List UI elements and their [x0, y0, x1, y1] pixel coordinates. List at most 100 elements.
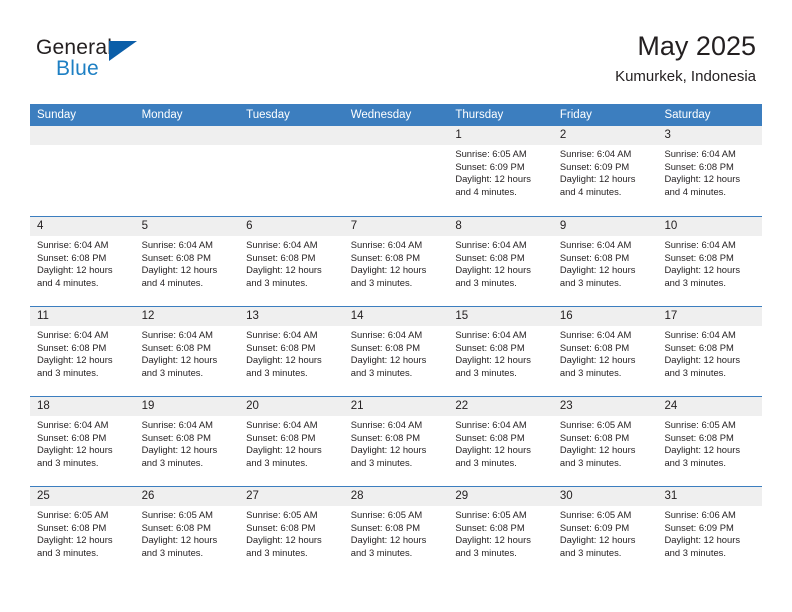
day-details: Sunrise: 6:04 AM Sunset: 6:08 PM Daylight:… — [553, 236, 658, 289]
day-number: 28 — [343, 487, 449, 506]
daylight-text: and 3 minutes. — [455, 276, 517, 288]
sunrise-text: Sunrise: 6:04 AM — [37, 329, 109, 340]
daylight-text: and 3 minutes. — [141, 546, 204, 558]
daylight-text: Daylight: 12 hours — [37, 354, 113, 366]
calendar-day-cell-18[interactable]: 18 Sunrise: 6:04 AM Sunset: 6:08 PM Dayligh… — [30, 397, 135, 486]
daylight-text: and 3 minutes. — [559, 546, 622, 558]
calendar-day-cell-13[interactable]: 13 Sunrise: 6:04 AM Sunset: 6:08 PM Dayligh… — [239, 307, 344, 396]
sunrise-text: Sunrise: 6:04 AM — [455, 239, 527, 250]
day-details: Sunrise: 6:05 AM Sunset: 6:09 PM Daylight:… — [448, 145, 553, 198]
sunset-text: Sunset: 6:08 PM — [246, 341, 316, 353]
day-details: Sunrise: 6:04 AM Sunset: 6:08 PM Daylight:… — [448, 326, 553, 379]
sunrise-text: Sunrise: 6:04 AM — [664, 329, 736, 340]
daylight-text: Daylight: 12 hours — [141, 354, 218, 366]
calendar-day-cell-22[interactable]: 22 Sunrise: 6:04 AM Sunset: 6:08 PM Dayligh… — [448, 397, 553, 486]
sunset-text: Sunset: 6:08 PM — [350, 431, 421, 443]
day-details: Sunrise: 6:05 AM Sunset: 6:08 PM Daylight:… — [553, 416, 658, 469]
calendar-day-cell-29[interactable]: 29 Sunrise: 6:05 AM Sunset: 6:08 PM Dayligh… — [448, 487, 553, 576]
day-number: 27 — [239, 487, 344, 506]
sunset-text: Sunset: 6:08 PM — [141, 341, 211, 353]
day-details: Sunrise: 6:05 AM Sunset: 6:08 PM Daylight:… — [239, 506, 344, 559]
calendar-day-cell-9[interactable]: 9 Sunrise: 6:04 AM Sunset: 6:08 PM Daylight… — [552, 217, 658, 306]
calendar-day-cell-21[interactable]: 21 Sunrise: 6:04 AM Sunset: 6:08 PM Dayligh… — [343, 397, 449, 486]
sunset-text: Sunset: 6:08 PM — [664, 431, 734, 443]
day-details: Sunrise: 6:04 AM Sunset: 6:08 PM Daylight:… — [30, 236, 135, 289]
calendar-day-cell-empty — [134, 126, 240, 216]
calendar-day-cell-6[interactable]: 6 Sunrise: 6:04 AM Sunset: 6:08 PM Daylight… — [239, 217, 344, 306]
daylight-text: Daylight: 12 hours — [559, 534, 636, 546]
sunset-text: Sunset: 6:08 PM — [455, 431, 525, 443]
day-number: 10 — [657, 217, 763, 236]
calendar-day-cell-7[interactable]: 7 Sunrise: 6:04 AM Sunset: 6:08 PM Daylight… — [343, 217, 449, 306]
day-number: 2 — [552, 126, 658, 145]
daylight-text: and 3 minutes. — [350, 456, 413, 468]
day-number — [30, 126, 135, 145]
daylight-text: and 3 minutes. — [141, 456, 204, 468]
calendar-day-cell-31[interactable]: 31 Sunrise: 6:06 AM Sunset: 6:09 PM Dayligh… — [657, 487, 763, 576]
daylight-text: and 3 minutes. — [455, 366, 517, 378]
daylight-text: Daylight: 12 hours — [455, 354, 531, 366]
sunrise-text: Sunrise: 6:05 AM — [559, 509, 632, 520]
day-number: 5 — [134, 217, 240, 236]
daylight-text: and 3 minutes. — [246, 276, 308, 288]
calendar-day-cell-1[interactable]: 1 Sunrise: 6:05 AM Sunset: 6:09 PM Daylight… — [448, 126, 553, 216]
calendar-day-cell-16[interactable]: 16 Sunrise: 6:04 AM Sunset: 6:08 PM Dayligh… — [552, 307, 658, 396]
daylight-text: Daylight: 12 hours — [559, 444, 636, 456]
day-details: Sunrise: 6:05 AM Sunset: 6:08 PM Daylight:… — [448, 506, 553, 559]
calendar-day-cell-10[interactable]: 10 Sunrise: 6:04 AM Sunset: 6:08 PM Dayligh… — [657, 217, 763, 306]
calendar-day-cell-4[interactable]: 4 Sunrise: 6:04 AM Sunset: 6:08 PM Daylight… — [30, 217, 135, 306]
daylight-text: and 3 minutes. — [350, 276, 413, 288]
daylight-text: Daylight: 12 hours — [559, 264, 636, 276]
day-number: 3 — [657, 126, 763, 145]
day-details — [135, 145, 240, 148]
calendar-day-cell-5[interactable]: 5 Sunrise: 6:04 AM Sunset: 6:08 PM Daylight… — [134, 217, 240, 306]
day-number: 23 — [552, 397, 658, 416]
sunrise-text: Sunrise: 6:04 AM — [350, 239, 423, 250]
daylight-text: and 4 minutes. — [455, 185, 517, 197]
daylight-text: and 3 minutes. — [37, 366, 99, 378]
weekday-header-saturday: Saturday — [664, 109, 711, 121]
day-number: 24 — [657, 397, 763, 416]
calendar-day-cell-2[interactable]: 2 Sunrise: 6:04 AM Sunset: 6:09 PM Daylight… — [552, 126, 658, 216]
sunset-text: Sunset: 6:08 PM — [37, 341, 107, 353]
calendar-day-cell-17[interactable]: 17 Sunrise: 6:04 AM Sunset: 6:08 PM Dayligh… — [657, 307, 763, 396]
calendar-day-cell-30[interactable]: 30 Sunrise: 6:05 AM Sunset: 6:09 PM Dayligh… — [552, 487, 658, 576]
sunrise-text: Sunrise: 6:04 AM — [455, 419, 527, 430]
calendar-day-cell-28[interactable]: 28 Sunrise: 6:05 AM Sunset: 6:08 PM Dayligh… — [343, 487, 449, 576]
daylight-text: and 3 minutes. — [350, 366, 413, 378]
calendar-day-cell-27[interactable]: 27 Sunrise: 6:05 AM Sunset: 6:08 PM Dayligh… — [239, 487, 344, 576]
sunrise-text: Sunrise: 6:04 AM — [559, 329, 632, 340]
day-number: 13 — [239, 307, 344, 326]
day-details: Sunrise: 6:04 AM Sunset: 6:08 PM Daylight:… — [657, 145, 762, 198]
calendar-day-cell-19[interactable]: 19 Sunrise: 6:04 AM Sunset: 6:08 PM Dayligh… — [134, 397, 240, 486]
daylight-text: Daylight: 12 hours — [350, 264, 427, 276]
calendar-day-cell-11[interactable]: 11 Sunrise: 6:04 AM Sunset: 6:08 PM Dayligh… — [30, 307, 135, 396]
calendar-day-cell-23[interactable]: 23 Sunrise: 6:05 AM Sunset: 6:08 PM Dayligh… — [552, 397, 658, 486]
weekday-header-friday: Friday — [559, 109, 592, 121]
day-number: 21 — [343, 397, 449, 416]
calendar-day-cell-12[interactable]: 12 Sunrise: 6:04 AM Sunset: 6:08 PM Dayligh… — [134, 307, 240, 396]
day-details — [30, 145, 135, 148]
sunrise-text: Sunrise: 6:04 AM — [455, 329, 527, 340]
calendar-day-cell-25[interactable]: 25 Sunrise: 6:05 AM Sunset: 6:08 PM Dayligh… — [30, 487, 135, 576]
sunrise-text: Sunrise: 6:04 AM — [664, 148, 736, 159]
calendar-day-cell-15[interactable]: 15 Sunrise: 6:04 AM Sunset: 6:08 PM Dayligh… — [448, 307, 553, 396]
day-number: 19 — [134, 397, 240, 416]
daylight-text: and 3 minutes. — [246, 366, 308, 378]
general-blue-logo[interactable]: General Blue — [36, 36, 176, 90]
calendar-week-row: 25 Sunrise: 6:05 AM Sunset: 6:08 PM Dayligh… — [30, 486, 763, 576]
calendar-day-cell-26[interactable]: 26 Sunrise: 6:05 AM Sunset: 6:08 PM Dayligh… — [134, 487, 240, 576]
daylight-text: Daylight: 12 hours — [455, 444, 531, 456]
daylight-text: Daylight: 12 hours — [664, 173, 741, 185]
day-number: 20 — [239, 397, 344, 416]
triangle-logo-icon — [109, 41, 137, 61]
calendar-day-cell-24[interactable]: 24 Sunrise: 6:05 AM Sunset: 6:08 PM Dayligh… — [657, 397, 763, 486]
weekday-header-wednesday: Wednesday — [350, 109, 412, 121]
sunrise-text: Sunrise: 6:04 AM — [246, 239, 318, 250]
calendar-day-cell-20[interactable]: 20 Sunrise: 6:04 AM Sunset: 6:08 PM Dayligh… — [239, 397, 344, 486]
calendar-day-cell-14[interactable]: 14 Sunrise: 6:04 AM Sunset: 6:08 PM Dayligh… — [343, 307, 449, 396]
day-details: Sunrise: 6:04 AM Sunset: 6:08 PM Daylight:… — [30, 326, 135, 379]
page-header: General Blue May 2025 Kumurkek, Indonesi… — [0, 0, 792, 100]
calendar-day-cell-3[interactable]: 3 Sunrise: 6:04 AM Sunset: 6:08 PM Daylight… — [657, 126, 763, 216]
calendar-day-cell-8[interactable]: 8 Sunrise: 6:04 AM Sunset: 6:08 PM Daylight… — [448, 217, 553, 306]
